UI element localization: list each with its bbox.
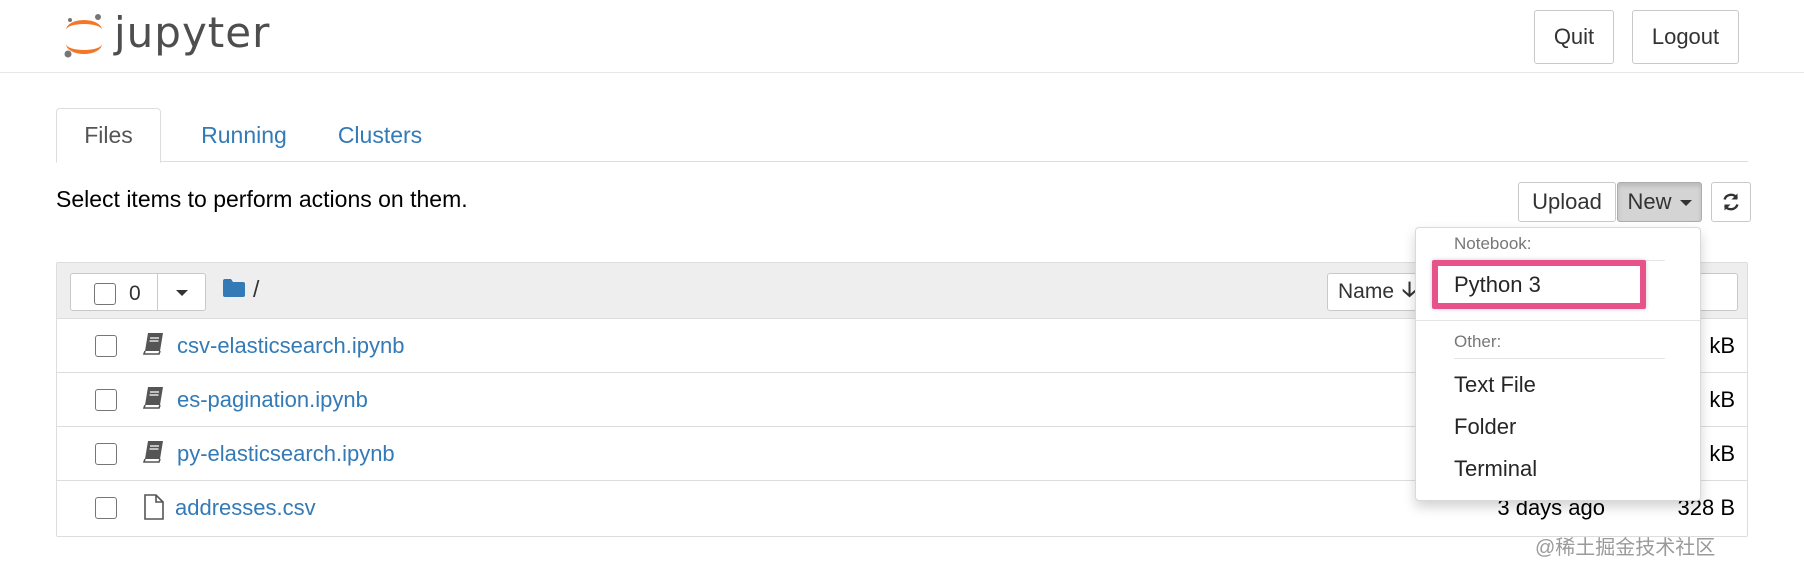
file-name-link[interactable]: csv-elasticsearch.ipynb — [177, 333, 404, 359]
jupyter-logo-icon — [64, 14, 102, 58]
menu-item-folder[interactable]: Folder — [1454, 414, 1516, 440]
logo-text: jupyter — [114, 8, 271, 57]
header-bar: jupyter Quit Logout — [0, 0, 1804, 73]
select-all-checkbox[interactable] — [94, 283, 116, 305]
file-size: kB — [1709, 441, 1735, 466]
item-checkbox[interactable] — [95, 443, 117, 465]
sort-name-label: Name — [1338, 280, 1395, 303]
tab-bar: Files Running Clusters — [56, 108, 1748, 163]
file-size: kB — [1709, 333, 1735, 358]
selected-count: 0 — [129, 282, 141, 305]
watermark-text: @稀土掘金技术社区 — [1535, 537, 1716, 559]
tab-files[interactable]: Files — [56, 108, 161, 163]
refresh-icon — [1723, 193, 1739, 211]
refresh-button[interactable] — [1711, 182, 1751, 222]
breadcrumb-root[interactable]: / — [253, 276, 259, 303]
file-name-link[interactable]: py-elasticsearch.ipynb — [177, 441, 395, 467]
item-checkbox[interactable] — [95, 497, 117, 519]
other-section-header: Other: — [1454, 332, 1502, 351]
item-checkbox[interactable] — [95, 335, 117, 357]
file-size: kB — [1709, 387, 1735, 412]
jupyter-logo[interactable]: jupyter — [62, 6, 322, 66]
tab-running[interactable]: Running — [189, 108, 299, 163]
file-icon — [144, 494, 164, 520]
menu-divider — [1416, 320, 1700, 321]
instruction-text: Select items to perform actions on them. — [56, 186, 468, 212]
menu-item-text-file[interactable]: Text File — [1454, 372, 1536, 398]
file-name-link[interactable]: addresses.csv — [175, 495, 316, 521]
new-button-label: New — [1627, 189, 1672, 214]
notebook-section-header: Notebook: — [1454, 234, 1532, 253]
folder-icon — [223, 279, 245, 297]
select-options-dropdown[interactable] — [158, 273, 206, 311]
caret-down-icon — [175, 290, 188, 296]
notebook-icon — [143, 441, 163, 463]
upload-button[interactable]: Upload — [1518, 182, 1616, 222]
logout-button[interactable]: Logout — [1632, 10, 1739, 64]
new-dropdown-button[interactable]: New — [1617, 182, 1702, 222]
quit-button[interactable]: Quit — [1534, 10, 1614, 64]
tab-clusters[interactable]: Clusters — [320, 108, 440, 163]
menu-item-terminal[interactable]: Terminal — [1454, 456, 1537, 482]
file-name-link[interactable]: es-pagination.ipynb — [177, 387, 368, 413]
notebook-icon — [143, 387, 163, 409]
new-dropdown-menu: Notebook: Python 3 Other: Text File Fold… — [1415, 227, 1701, 501]
select-all-box[interactable]: 0 — [70, 273, 158, 311]
caret-down-icon — [1679, 200, 1692, 206]
item-checkbox[interactable] — [95, 389, 117, 411]
annotation-highlight-box — [1432, 260, 1646, 309]
menu-divider — [1454, 358, 1665, 359]
notebook-icon — [143, 333, 163, 355]
